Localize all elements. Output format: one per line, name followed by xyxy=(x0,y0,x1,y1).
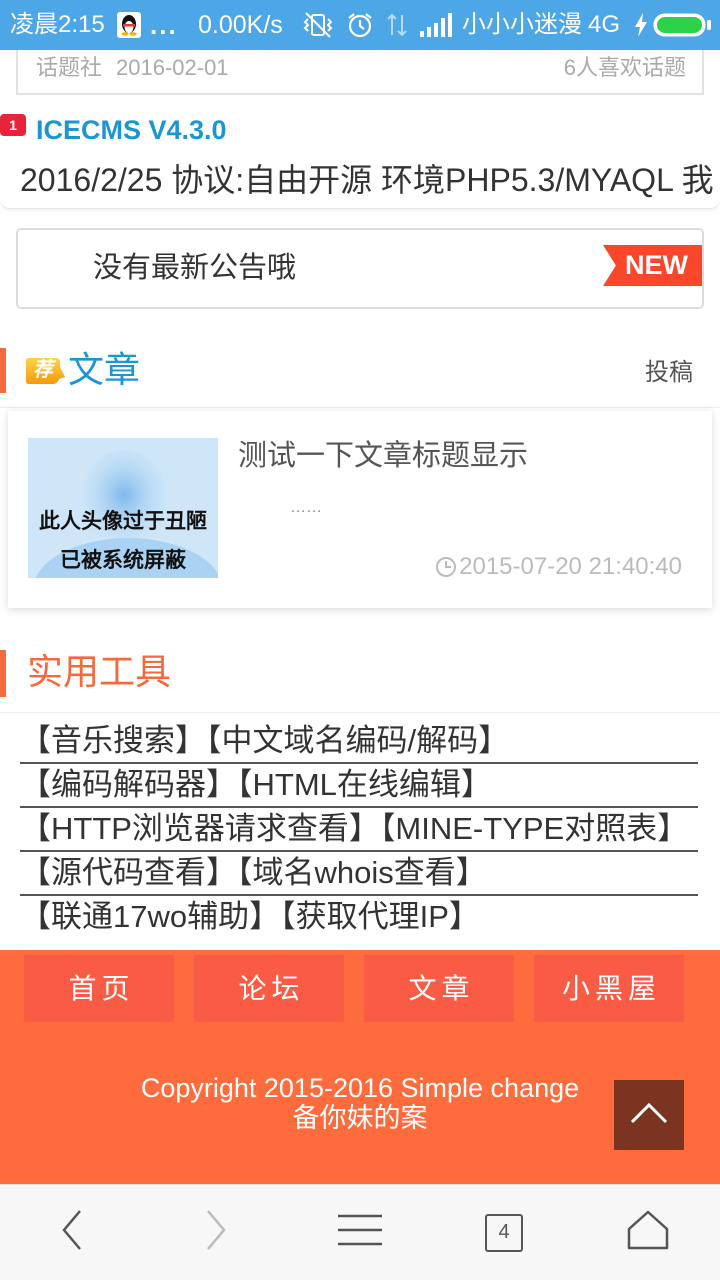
tool-link-music-search[interactable]: 【音乐搜索】 xyxy=(20,723,206,758)
featured-title-link[interactable]: ICECMS V4.3.0 xyxy=(36,114,227,146)
footer-nav-forum[interactable]: 论坛 xyxy=(194,955,344,1022)
qq-icon xyxy=(117,12,141,38)
notice-text: 没有最新公告哦 xyxy=(93,252,297,284)
article-meta: 2015-07-20 21:40:40 xyxy=(435,551,682,583)
footer-nav-blackroom[interactable]: 小黑屋 xyxy=(534,955,684,1022)
alarm-icon xyxy=(346,11,374,39)
browser-tabs-button[interactable]: 4 xyxy=(432,1185,576,1280)
signal-icon xyxy=(420,13,452,37)
thumbnail-caption: 此人头像过于丑陋 xyxy=(39,510,207,533)
notice-box: 没有最新公告哦 NEW xyxy=(16,228,704,309)
browser-back-button[interactable] xyxy=(0,1185,144,1280)
article-thumbnail: 此人头像过于丑陋 已被系统屏蔽 xyxy=(28,438,218,578)
clock-icon xyxy=(435,556,459,578)
tool-link-http-request[interactable]: 【HTTP浏览器请求查看】 xyxy=(20,811,380,846)
tool-row: 【联通17wo辅助】【获取代理IP】 xyxy=(20,896,698,940)
icp-text: 备你妹的案 xyxy=(292,1103,428,1133)
tab-count: 4 xyxy=(498,1220,510,1243)
tools-section-header: 实用工具 xyxy=(0,640,720,713)
new-badge-label: NEW xyxy=(625,250,688,280)
home-icon xyxy=(627,1210,669,1255)
forward-icon xyxy=(203,1208,229,1257)
browser-home-button[interactable] xyxy=(576,1185,720,1280)
copyright-text: Copyright 2015-2016 Simple change xyxy=(140,1073,580,1103)
vibrate-off-icon xyxy=(302,11,334,39)
carrier-name: 小小小迷漫 xyxy=(462,11,582,38)
browser-forward-button[interactable] xyxy=(144,1185,288,1280)
section-accent-bar xyxy=(0,348,6,393)
tool-link-whois[interactable]: 【域名whois查看】 xyxy=(237,855,487,890)
tool-link-17wo[interactable]: 【联通17wo辅助】 xyxy=(20,899,280,934)
network-speed: 0.00K/s xyxy=(198,11,283,39)
status-more: ... xyxy=(150,10,178,40)
data-activity-icon xyxy=(386,11,408,39)
recommend-icon: 荐 xyxy=(26,355,66,385)
chevron-up-icon xyxy=(629,1101,669,1130)
topic-card[interactable]: 话题社 2016-02-01 6人喜欢话题 xyxy=(16,50,704,95)
articles-section-header: 荐 文章 投稿 xyxy=(0,340,720,408)
status-time: 凌晨2:15 xyxy=(10,11,105,38)
featured-card[interactable]: 1 ICECMS V4.3.0 2016/2/25 协议:自由开源 环境PHP5… xyxy=(0,95,720,209)
submit-article-link[interactable]: 投稿 xyxy=(645,358,693,388)
topic-date: 2016-02-01 xyxy=(116,55,229,80)
tool-link-proxy-ip[interactable]: 【获取代理IP】 xyxy=(280,899,480,934)
network-type: 4G xyxy=(588,11,621,38)
copyright-block: Copyright 2015-2016 Simple change 备你妹的案 xyxy=(0,1073,720,1133)
tool-link-mime-types[interactable]: 【MINE-TYPE对照表】 xyxy=(380,811,688,846)
rank-badge: 1 xyxy=(0,114,26,136)
article-excerpt: …… xyxy=(290,499,322,516)
battery-icon xyxy=(652,12,712,38)
status-bar: 凌晨2:15 ... 0.00K/s 小小小迷漫 4G xyxy=(0,0,720,50)
footer-nav-articles[interactable]: 文章 xyxy=(364,955,514,1022)
tool-row: 【音乐搜索】【中文域名编码/解码】 xyxy=(20,720,698,764)
article-title-link[interactable]: 测试一下文章标题显示 xyxy=(238,438,528,474)
section-accent-bar xyxy=(0,650,6,697)
tabs-icon: 4 xyxy=(485,1213,523,1252)
tool-row: 【HTTP浏览器请求查看】【MINE-TYPE对照表】 xyxy=(20,808,698,852)
article-card[interactable]: 此人头像过于丑陋 已被系统屏蔽 测试一下文章标题显示 …… 2015-07-20… xyxy=(8,411,712,608)
featured-summary: 2016/2/25 协议:自由开源 环境PHP5.3/MYAQL 我 xyxy=(20,162,714,198)
tools-title: 实用工具 xyxy=(27,651,172,692)
site-footer: 首页 论坛 文章 小黑屋 Copyright 2015-2016 Simple … xyxy=(0,950,720,1184)
back-to-top-button[interactable] xyxy=(614,1080,684,1150)
thumbnail-caption: 已被系统屏蔽 xyxy=(60,549,186,572)
browser-menu-button[interactable] xyxy=(288,1185,432,1280)
article-time: 2015-07-20 21:40:40 xyxy=(459,553,682,580)
tool-link-view-source[interactable]: 【源代码查看】 xyxy=(20,855,237,890)
articles-title: 文章 xyxy=(68,349,141,390)
tools-list: 【音乐搜索】【中文域名编码/解码】 【编码解码器】【HTML在线编辑】 【HTT… xyxy=(0,720,720,942)
recommend-icon-label: 荐 xyxy=(33,359,53,381)
charging-icon xyxy=(634,13,648,37)
menu-icon xyxy=(337,1213,383,1252)
topic-likes: 6人喜欢话题 xyxy=(563,55,686,80)
browser-toolbar: 4 xyxy=(0,1184,720,1280)
tool-link-idn-codec[interactable]: 【中文域名编码/解码】 xyxy=(206,723,509,758)
tool-link-codec[interactable]: 【编码解码器】 xyxy=(20,767,237,802)
back-icon xyxy=(59,1208,85,1257)
tool-row: 【源代码查看】【域名whois查看】 xyxy=(20,852,698,896)
tool-row: 【编码解码器】【HTML在线编辑】 xyxy=(20,764,698,808)
tool-link-html-editor[interactable]: 【HTML在线编辑】 xyxy=(237,767,492,802)
footer-nav-home[interactable]: 首页 xyxy=(24,955,174,1022)
topic-source: 话题社 xyxy=(36,55,103,80)
new-badge: NEW xyxy=(603,245,702,286)
